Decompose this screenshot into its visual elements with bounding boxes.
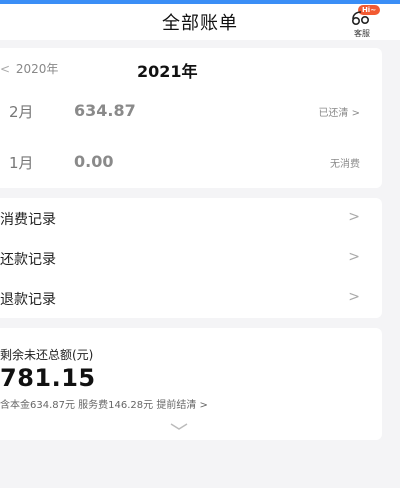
bill-month: 2月 — [9, 103, 34, 121]
chevron-left-icon: < — [0, 62, 11, 76]
year-prev-label: 2020年 — [15, 62, 59, 76]
bill-status: 已还清 > — [318, 108, 360, 119]
expand-chevron-icon[interactable] — [170, 416, 188, 435]
top-bar: 全部账单 Hi~ 客服 — [0, 0, 400, 40]
summary-card: 剩余未还总额(元) 781.15 含本金634.87元 服务费146.28元 提… — [0, 328, 382, 440]
chevron-right-icon: > — [348, 289, 360, 305]
records-card: 消费记录 > 还款记录 > 退款记录 > — [0, 198, 382, 318]
customer-service-label: 客服 — [354, 29, 370, 38]
summary-value: 781.15 — [0, 364, 96, 392]
record-item-refund[interactable]: 退款记录 > — [0, 283, 382, 313]
record-item-consumption[interactable]: 消费记录 > — [0, 203, 382, 233]
record-label: 还款记录 — [0, 252, 56, 268]
chevron-right-icon: > — [348, 209, 360, 225]
record-label: 退款记录 — [0, 292, 56, 308]
summary-label: 剩余未还总额(元) — [0, 348, 94, 362]
year-prev-tab[interactable]: < 2020年 — [0, 60, 58, 77]
summary-detail-link[interactable]: 含本金634.87元 服务费146.28元 提前结清 > — [0, 396, 208, 411]
bill-month: 1月 — [9, 154, 34, 172]
bill-card: < 2020年 2021年 2月 634.87 已还清 > 1月 0.00 无消… — [0, 48, 382, 188]
bill-status: 无消费 — [330, 159, 360, 170]
chevron-right-icon: > — [348, 249, 360, 265]
record-item-repayment[interactable]: 还款记录 > — [0, 243, 382, 273]
bill-row-jan[interactable]: 1月 0.00 无消费 — [0, 147, 382, 177]
bill-row-feb[interactable]: 2月 634.87 已还清 > — [0, 96, 382, 126]
bill-amount: 634.87 — [74, 101, 136, 120]
customer-service-button[interactable]: Hi~ 客服 — [346, 5, 380, 39]
record-label: 消费记录 — [0, 212, 56, 228]
year-current-label: 2021年 — [137, 62, 198, 81]
page-title: 全部账单 — [162, 13, 238, 34]
bill-amount: 0.00 — [74, 152, 114, 171]
